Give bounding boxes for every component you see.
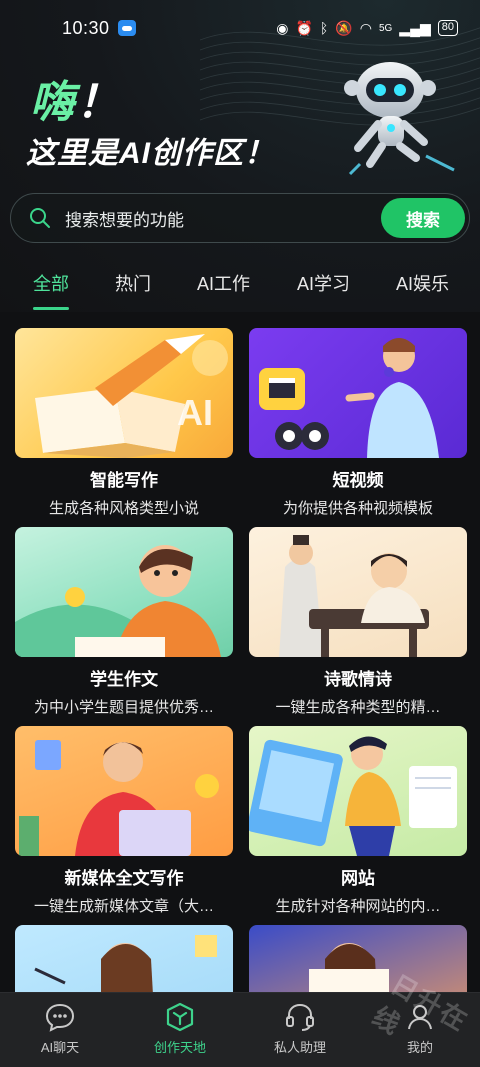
tab-ai-study[interactable]: AI学习: [297, 270, 350, 296]
card-image-writing: AI: [15, 328, 233, 458]
card-smart-writing[interactable]: AI 智能写作 生成各种风格类型小说: [15, 328, 233, 518]
nav-label: 创作天地: [153, 1040, 206, 1055]
signal-icon: ▂▄▆: [399, 19, 431, 36]
search-icon: [30, 208, 50, 228]
tab-label: AI学习: [297, 274, 351, 294]
alarm-icon: ⏰: [295, 19, 313, 36]
card-image-poetry: [249, 527, 467, 657]
nav-assistant[interactable]: 私人助理: [250, 1001, 350, 1056]
card-poetry[interactable]: 诗歌情诗 一键生成各种类型的精…: [249, 527, 467, 717]
card-short-video[interactable]: 短视频 为你提供各种视频模板: [249, 328, 467, 518]
reader-illustration: [309, 943, 389, 992]
tab-label: AI娱乐: [396, 274, 450, 294]
girl-illustration: [34, 935, 217, 992]
card-image-video: [249, 328, 467, 458]
card-image-text: AI: [177, 392, 213, 433]
card-title: 新媒体全文写作: [64, 869, 184, 888]
card-student-essay[interactable]: 学生作文 为中小学生题目提供优秀…: [15, 527, 233, 717]
nav-creation[interactable]: 创作天地: [130, 1001, 230, 1056]
card-website[interactable]: 网站 生成针对各种网站的内…: [249, 726, 467, 916]
card-partial-right[interactable]: [249, 925, 467, 992]
tab-ai-work[interactable]: AI工作: [197, 270, 250, 296]
student-illustration: [15, 545, 221, 657]
nav-label: 私人助理: [273, 1040, 326, 1055]
person-icon: [408, 1005, 432, 1030]
greeting-punct: ！: [76, 78, 122, 127]
laptop-illustration: [19, 740, 219, 856]
nav-ai-chat[interactable]: AI聊天: [10, 1001, 110, 1056]
hero-subtitle: 这里是AI创作区！: [26, 137, 275, 170]
card-title: 诗歌情诗: [324, 670, 392, 689]
bottom-navigation: AI聊天 创作天地 私人助理 我的: [0, 992, 480, 1067]
mute-icon: 🔕: [335, 19, 353, 36]
card-desc: 为你提供各种视频模板: [282, 500, 433, 517]
search-input[interactable]: 搜索想要的功能: [65, 206, 184, 231]
card-desc: 一键生成各种类型的精…: [275, 699, 441, 716]
feature-grid: AI 智能写作 生成各种风格类型小说 短视频 为你提供各种视频模板 学生作文 为…: [0, 312, 480, 992]
eye-icon: ◉: [276, 19, 289, 36]
card-desc: 生成针对各种网站的内…: [275, 898, 441, 915]
card-desc: 为中小学生题目提供优秀…: [33, 699, 214, 716]
tab-hot[interactable]: 热门: [115, 270, 151, 296]
nav-label: AI聊天: [40, 1040, 80, 1055]
nav-profile[interactable]: 我的: [370, 1001, 470, 1056]
card-desc: 一键生成新媒体文章（大…: [33, 898, 214, 915]
greeting-text: 嗨: [30, 78, 76, 127]
headset-icon: [286, 1003, 314, 1031]
robot-mascot-illustration: [344, 62, 455, 176]
header: 10:30 ◉ ⏰ ᛒ 🔕 ◠ 5G ▂▄▆ 80 嗨！ 这里是AI创作区！ 搜…: [0, 0, 480, 312]
cube-icon: [166, 1002, 194, 1032]
tab-ai-entertainment[interactable]: AI娱乐: [396, 270, 449, 296]
card-title: 学生作文: [90, 670, 158, 689]
status-icons: ◉ ⏰ ᛒ 🔕 ◠ 5G ▂▄▆ 80: [276, 20, 458, 37]
card-image-media: [15, 726, 233, 856]
search-button[interactable]: 搜索: [381, 198, 465, 238]
card-image-partial-left: [15, 925, 233, 992]
status-bar: 10:30 ◉ ⏰ ᛒ 🔕 ◠ 5G ▂▄▆ 80: [0, 0, 480, 56]
search-bar[interactable]: 搜索想要的功能 搜索: [10, 193, 470, 243]
chat-bubble-icon: [45, 1003, 75, 1032]
status-time: 10:30: [62, 17, 110, 38]
card-title: 智能写作: [90, 471, 158, 490]
nav-label: 我的: [406, 1040, 433, 1055]
website-illustration: [249, 736, 457, 856]
card-title: 短视频: [332, 471, 384, 490]
tab-label: 全部: [33, 274, 69, 294]
network-type: 5G: [378, 22, 393, 34]
wifi-icon: ◠: [359, 19, 372, 36]
tab-all[interactable]: 全部: [33, 270, 69, 310]
bluetooth-icon: ᛒ: [319, 20, 329, 36]
category-tabs: 全部 热门 AI工作 AI学习 AI娱乐: [0, 262, 480, 310]
weather-app-icon: [117, 20, 136, 36]
card-image-website: [249, 726, 467, 856]
tab-label: 热门: [115, 274, 151, 294]
card-image-student: [15, 527, 233, 657]
card-desc: 生成各种风格类型小说: [48, 500, 199, 517]
tab-label: AI工作: [197, 274, 251, 294]
card-partial-left[interactable]: [15, 925, 233, 992]
active-tab-indicator: [33, 307, 69, 310]
greeting: 嗨！: [30, 66, 122, 130]
card-image-partial-right: [249, 925, 467, 992]
battery-indicator: 80: [437, 20, 458, 36]
card-title: 网站: [341, 869, 375, 888]
poet-illustration: [279, 535, 429, 657]
card-new-media[interactable]: 新媒体全文写作 一键生成新媒体文章（大…: [15, 726, 233, 916]
presenter-illustration: [259, 338, 439, 458]
